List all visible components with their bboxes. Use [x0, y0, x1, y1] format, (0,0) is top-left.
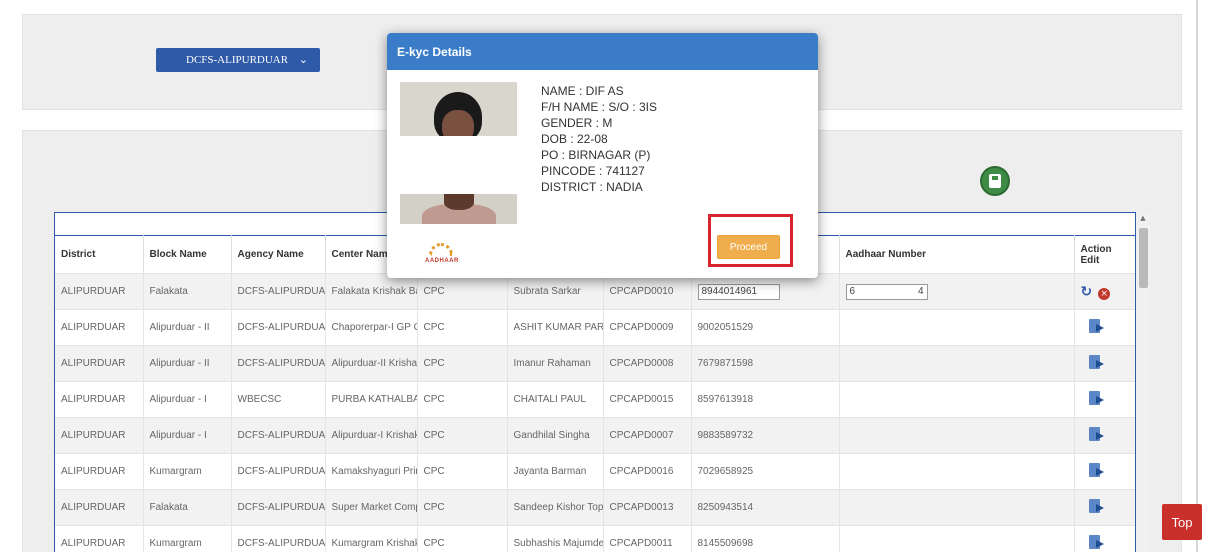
applicant-photo: [400, 82, 517, 136]
detail-fh-name: F/H NAME : S/O : 3IS: [541, 100, 658, 114]
detail-pincode: PINCODE : 741127: [541, 164, 645, 178]
detail-gender: GENDER : M: [541, 116, 613, 130]
ekyc-details: NAME : DIF AS F/H NAME : S/O : 3IS GENDE…: [541, 83, 657, 195]
aadhaar-logo-text: AADHAAR: [425, 258, 459, 264]
modal-title: E-kyc Details: [387, 33, 818, 70]
applicant-photo-lower: [400, 194, 517, 224]
detail-district: DISTRICT : NADIA: [541, 180, 643, 194]
proceed-button[interactable]: Proceed: [717, 235, 780, 259]
aadhaar-logo-icon: AADHAAR: [424, 243, 458, 267]
detail-po: PO : BIRNAGAR (P): [541, 148, 651, 162]
scroll-top-button[interactable]: Top: [1162, 504, 1202, 540]
ekyc-modal: E-kyc Details NAME : DIF AS F/H NAME : S…: [387, 33, 818, 278]
detail-dob: DOB : 22-08: [541, 132, 608, 146]
detail-name: NAME : DIF AS: [541, 84, 624, 98]
